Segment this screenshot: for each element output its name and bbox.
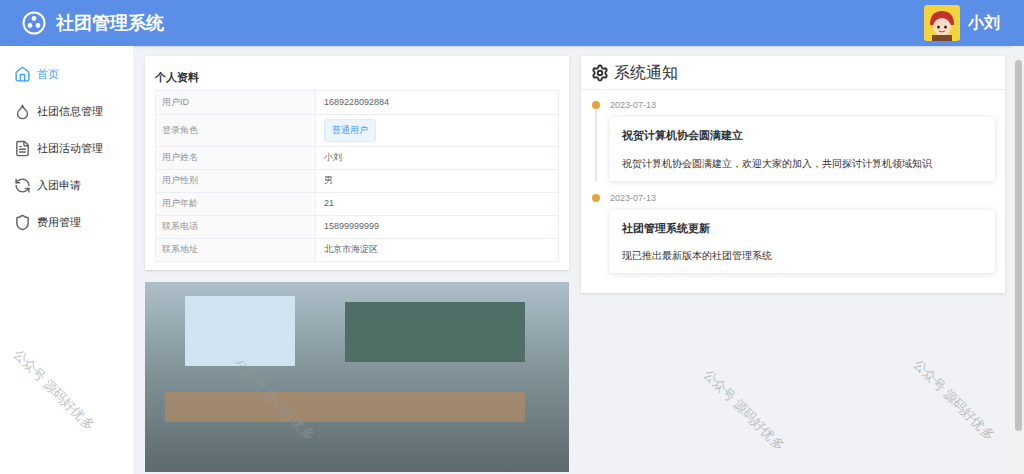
watermark: 公众号 源码好优多	[9, 345, 99, 435]
profile-row: 联系电话15899999999	[156, 215, 558, 238]
gear-icon	[591, 64, 609, 82]
scrollbar[interactable]	[1013, 46, 1024, 474]
content: 个人资料用户ID1689228092884登录角色普通用户用户姓名小刘用户性别男…	[133, 46, 1013, 474]
watermark: 公众号 源码好优多	[229, 355, 319, 445]
app: 社团管理系统小刘首页社团信息管理社团活动管理入团申请费用管理个人资料用户ID16…	[0, 0, 1024, 474]
avatar-icon[interactable]	[924, 5, 960, 41]
app-title: 社团管理系统	[56, 10, 164, 37]
drop-icon	[14, 103, 31, 120]
profile-row: 用户ID1689228092884	[156, 91, 558, 114]
sidebar: 首页社团信息管理社团活动管理入团申请费用管理	[0, 46, 133, 474]
notice-date: 2023-07-13	[610, 191, 995, 205]
logo-icon	[22, 11, 46, 35]
sidebar-item[interactable]: 费用管理	[0, 204, 133, 241]
user-menu[interactable]: 小刘	[924, 5, 1002, 41]
scrollbar-thumb[interactable]	[1015, 60, 1022, 431]
profile-row: 联系地址北京市海淀区	[156, 238, 558, 261]
watermark: 公众号 源码好优多	[909, 355, 999, 445]
profile-title: 个人资料	[155, 64, 559, 90]
header: 社团管理系统 小刘	[0, 0, 1024, 46]
sidebar-item[interactable]: 社团信息管理	[0, 93, 133, 130]
user-name: 小刘	[968, 11, 1000, 35]
profile-row: 用户性别男	[156, 169, 558, 192]
sidebar-item[interactable]: 入团申请	[0, 167, 133, 204]
profile-card: 个人资料用户ID1689228092884登录角色普通用户用户姓名小刘用户性别男…	[145, 56, 569, 270]
watermark-layer: 公众号 源码好优多 公众号 源码好优多 公众号 源码好优多 公众号 源码好优多	[0, 0, 1024, 474]
notice-card: 系统通知 2023-07-13 祝贺计算机协会圆满建立祝贺计算机协会圆满建立，欢迎大…	[581, 56, 1005, 293]
home-icon	[14, 66, 31, 83]
profile-row: 登录角色普通用户	[156, 114, 558, 146]
profile-row: 用户姓名小刘	[156, 146, 558, 169]
sidebar-item[interactable]: 社团活动管理	[0, 130, 133, 167]
profile-table: 用户ID1689228092884登录角色普通用户用户姓名小刘用户性别男用户年龄…	[155, 90, 559, 262]
timeline-dot	[592, 194, 600, 202]
notice-title: 系统通知	[614, 61, 678, 85]
timeline-dot	[592, 101, 600, 109]
timeline: 2023-07-13 祝贺计算机协会圆满建立祝贺计算机协会圆满建立，欢迎大家的加入…	[581, 90, 1005, 273]
notice-item[interactable]: 社团管理系统更新现已推出最新版本的社团管理系统	[610, 210, 995, 274]
notice-item[interactable]: 祝贺计算机协会圆满建立祝贺计算机协会圆满建立，欢迎大家的加入，共同探讨计算机领域…	[610, 117, 995, 181]
shield-icon	[14, 214, 31, 231]
watermark: 公众号 源码好优多	[699, 365, 789, 455]
notice-date: 2023-07-13	[610, 98, 995, 112]
refresh-icon	[14, 177, 31, 194]
timeline-item: 2023-07-13 社团管理系统更新现已推出最新版本的社团管理系统	[591, 191, 995, 274]
classroom-photo	[145, 282, 569, 472]
document-icon	[14, 140, 31, 157]
sidebar-item[interactable]: 首页	[0, 56, 133, 93]
profile-row: 用户年龄21	[156, 192, 558, 215]
timeline-item: 2023-07-13 祝贺计算机协会圆满建立祝贺计算机协会圆满建立，欢迎大家的加入…	[591, 98, 995, 181]
role-badge: 普通用户	[324, 119, 376, 143]
